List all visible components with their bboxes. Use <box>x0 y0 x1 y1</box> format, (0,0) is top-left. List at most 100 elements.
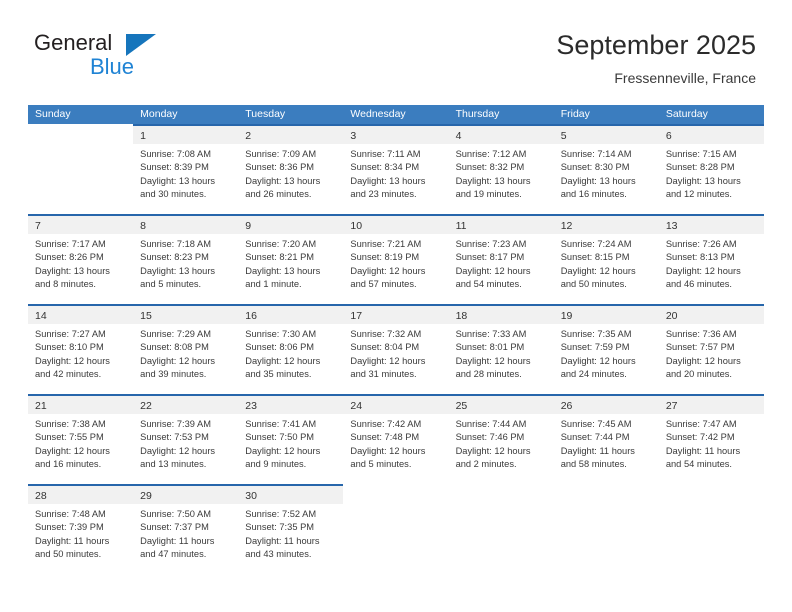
calendar-day-cell[interactable]: 17 Sunrise: 7:32 AM Sunset: 8:04 PM Dayligh… <box>343 304 449 394</box>
daylight-text-line1: Daylight: 12 hours <box>140 355 216 366</box>
calendar-day-cell[interactable]: 24 Sunrise: 7:42 AM Sunset: 7:48 PM Dayligh… <box>343 394 449 484</box>
sunrise-text: Sunrise: 7:17 AM <box>35 239 106 249</box>
day-number: 23 <box>245 400 257 412</box>
day-number: 17 <box>350 310 363 322</box>
sunrise-text: Sunrise: 7:29 AM <box>140 329 211 339</box>
day-number-band: 18 <box>448 304 554 324</box>
calendar-day-cell[interactable]: 10 Sunrise: 7:21 AM Sunset: 8:19 PM Dayligh… <box>343 214 449 304</box>
calendar-empty-cell <box>28 124 134 214</box>
day-details: Sunrise: 7:39 AM Sunset: 7:53 PM Daylight:… <box>133 414 238 472</box>
day-number-band: 22 <box>133 394 239 414</box>
calendar-day-cell[interactable]: 12 Sunrise: 7:24 AM Sunset: 8:15 PM Dayligh… <box>553 214 659 304</box>
sunrise-text: Sunrise: 7:38 AM <box>35 419 106 429</box>
calendar-day-cell[interactable]: 30 Sunrise: 7:52 AM Sunset: 7:35 PM Dayligh… <box>238 484 344 574</box>
daylight-text-line1: Daylight: 12 hours <box>35 355 110 366</box>
daylight-text-line2: and 2 minutes. <box>455 459 517 470</box>
calendar-grid: Sunday Monday Tuesday Wednesday Thursday… <box>28 105 764 574</box>
day-number-band: 14 <box>28 304 134 324</box>
calendar-day-cell[interactable]: 14 Sunrise: 7:27 AM Sunset: 8:10 PM Dayligh… <box>28 304 134 394</box>
daylight-text-line2: and 8 minutes. <box>35 279 96 290</box>
day-number: 4 <box>455 130 462 142</box>
calendar-day-cell[interactable]: 5 Sunrise: 7:14 AM Sunset: 8:30 PM Daylight… <box>553 124 659 214</box>
day-number-band: 6 <box>658 124 764 144</box>
daylight-text-line2: and 1 minute. <box>245 279 302 290</box>
day-details: Sunrise: 7:24 AM Sunset: 8:15 PM Daylight:… <box>554 234 659 292</box>
day-number: 30 <box>245 490 257 502</box>
daylight-text-line2: and 42 minutes. <box>35 369 102 380</box>
day-details: Sunrise: 7:15 AM Sunset: 8:28 PM Daylight:… <box>659 144 764 202</box>
daylight-text-line2: and 57 minutes. <box>350 279 417 290</box>
calendar-day-cell[interactable]: 7 Sunrise: 7:17 AM Sunset: 8:26 PM Daylight… <box>28 214 134 304</box>
daylight-text-line1: Daylight: 13 hours <box>455 175 531 186</box>
daylight-text-line1: Daylight: 12 hours <box>665 355 741 366</box>
sunset-text: Sunset: 8:17 PM <box>455 252 525 263</box>
calendar-day-cell[interactable]: 29 Sunrise: 7:50 AM Sunset: 7:37 PM Dayligh… <box>133 484 239 574</box>
daylight-text-line2: and 28 minutes. <box>455 369 522 380</box>
calendar-day-cell[interactable]: 8 Sunrise: 7:18 AM Sunset: 8:23 PM Daylight… <box>133 214 239 304</box>
calendar-day-cell[interactable]: 19 Sunrise: 7:35 AM Sunset: 7:59 PM Dayligh… <box>553 304 659 394</box>
daylight-text-line2: and 5 minutes. <box>350 459 412 470</box>
daylight-text-line2: and 35 minutes. <box>245 369 312 380</box>
calendar-day-cell[interactable]: 11 Sunrise: 7:23 AM Sunset: 8:17 PM Dayligh… <box>448 214 554 304</box>
day-number: 22 <box>140 400 152 412</box>
calendar-day-cell[interactable]: 16 Sunrise: 7:30 AM Sunset: 8:06 PM Dayligh… <box>238 304 344 394</box>
sunrise-text: Sunrise: 7:18 AM <box>140 239 211 249</box>
day-details: Sunrise: 7:09 AM Sunset: 8:36 PM Daylight:… <box>238 144 343 202</box>
day-details: Sunrise: 7:45 AM Sunset: 7:44 PM Daylight:… <box>554 414 659 472</box>
sunset-text: Sunset: 8:06 PM <box>245 342 315 353</box>
calendar-day-cell[interactable]: 25 Sunrise: 7:44 AM Sunset: 7:46 PM Dayligh… <box>448 394 554 484</box>
sunset-text: Sunset: 8:34 PM <box>350 162 420 173</box>
sunset-text: Sunset: 8:30 PM <box>560 162 630 173</box>
day-number: 6 <box>665 130 672 142</box>
daylight-text-line1: Daylight: 12 hours <box>455 265 531 276</box>
day-number-band: 21 <box>28 394 134 414</box>
sunset-text: Sunset: 7:46 PM <box>455 432 525 443</box>
calendar-day-cell[interactable]: 26 Sunrise: 7:45 AM Sunset: 7:44 PM Dayligh… <box>553 394 659 484</box>
sunrise-text: Sunrise: 7:21 AM <box>350 239 422 249</box>
calendar-day-cell[interactable]: 20 Sunrise: 7:36 AM Sunset: 7:57 PM Dayligh… <box>658 304 764 394</box>
calendar-day-cell[interactable]: 4 Sunrise: 7:12 AM Sunset: 8:32 PM Daylight… <box>448 124 554 214</box>
daylight-text-line1: Daylight: 11 hours <box>560 445 635 456</box>
sunset-text: Sunset: 8:01 PM <box>455 342 525 353</box>
daylight-text-line1: Daylight: 12 hours <box>245 355 321 366</box>
calendar-day-cell[interactable]: 6 Sunrise: 7:15 AM Sunset: 8:28 PM Daylight… <box>658 124 764 214</box>
calendar-week-row: 14 Sunrise: 7:27 AM Sunset: 8:10 PM Dayligh… <box>28 304 764 394</box>
day-number: 24 <box>350 400 363 412</box>
day-number-band: 19 <box>553 304 659 324</box>
calendar-day-cell[interactable]: 13 Sunrise: 7:26 AM Sunset: 8:13 PM Dayligh… <box>658 214 764 304</box>
daylight-text-line2: and 26 minutes. <box>245 189 312 200</box>
calendar-day-cell[interactable]: 3 Sunrise: 7:11 AM Sunset: 8:34 PM Daylight… <box>343 124 449 214</box>
calendar-day-cell[interactable]: 22 Sunrise: 7:39 AM Sunset: 7:53 PM Dayligh… <box>133 394 239 484</box>
daylight-text-line2: and 20 minutes. <box>665 369 732 380</box>
sunrise-text: Sunrise: 7:41 AM <box>245 419 317 429</box>
calendar-day-cell[interactable]: 18 Sunrise: 7:33 AM Sunset: 8:01 PM Dayligh… <box>448 304 554 394</box>
sunset-text: Sunset: 7:39 PM <box>35 522 104 533</box>
day-number-band: 13 <box>658 214 764 234</box>
calendar-day-cell[interactable]: 15 Sunrise: 7:29 AM Sunset: 8:08 PM Dayligh… <box>133 304 239 394</box>
sunrise-text: Sunrise: 7:30 AM <box>245 329 317 339</box>
sunrise-text: Sunrise: 7:39 AM <box>140 419 211 429</box>
day-details: Sunrise: 7:27 AM Sunset: 8:10 PM Daylight:… <box>28 324 133 382</box>
calendar-day-cell[interactable]: 1 Sunrise: 7:08 AM Sunset: 8:39 PM Daylight… <box>133 124 239 214</box>
day-details: Sunrise: 7:21 AM Sunset: 8:19 PM Daylight:… <box>343 234 448 292</box>
generalblue-logo[interactable]: General Blue <box>34 30 234 86</box>
day-number-band <box>28 124 133 142</box>
weekday-header-row: Sunday Monday Tuesday Wednesday Thursday… <box>28 105 764 124</box>
day-number: 21 <box>35 400 47 412</box>
daylight-text-line1: Daylight: 12 hours <box>140 445 216 456</box>
sunset-text: Sunset: 7:44 PM <box>560 432 630 443</box>
sunset-text: Sunset: 7:59 PM <box>560 342 630 353</box>
calendar-day-cell[interactable]: 2 Sunrise: 7:09 AM Sunset: 8:36 PM Daylight… <box>238 124 344 214</box>
daylight-text-line2: and 16 minutes. <box>560 189 627 200</box>
daylight-text-line1: Daylight: 11 hours <box>140 535 215 546</box>
day-details: Sunrise: 7:14 AM Sunset: 8:30 PM Daylight:… <box>554 144 659 202</box>
calendar-day-cell[interactable]: 21 Sunrise: 7:38 AM Sunset: 7:55 PM Dayligh… <box>28 394 134 484</box>
day-number-band: 26 <box>553 394 659 414</box>
calendar-day-cell[interactable]: 23 Sunrise: 7:41 AM Sunset: 7:50 PM Dayligh… <box>238 394 344 484</box>
calendar-day-cell[interactable]: 9 Sunrise: 7:20 AM Sunset: 8:21 PM Daylight… <box>238 214 344 304</box>
daylight-text-line2: and 12 minutes. <box>665 189 732 200</box>
calendar-day-cell[interactable]: 27 Sunrise: 7:47 AM Sunset: 7:42 PM Dayligh… <box>658 394 764 484</box>
calendar-day-cell[interactable]: 28 Sunrise: 7:48 AM Sunset: 7:39 PM Dayligh… <box>28 484 134 574</box>
daylight-text-line1: Daylight: 12 hours <box>350 355 426 366</box>
day-details: Sunrise: 7:41 AM Sunset: 7:50 PM Daylight:… <box>238 414 343 472</box>
